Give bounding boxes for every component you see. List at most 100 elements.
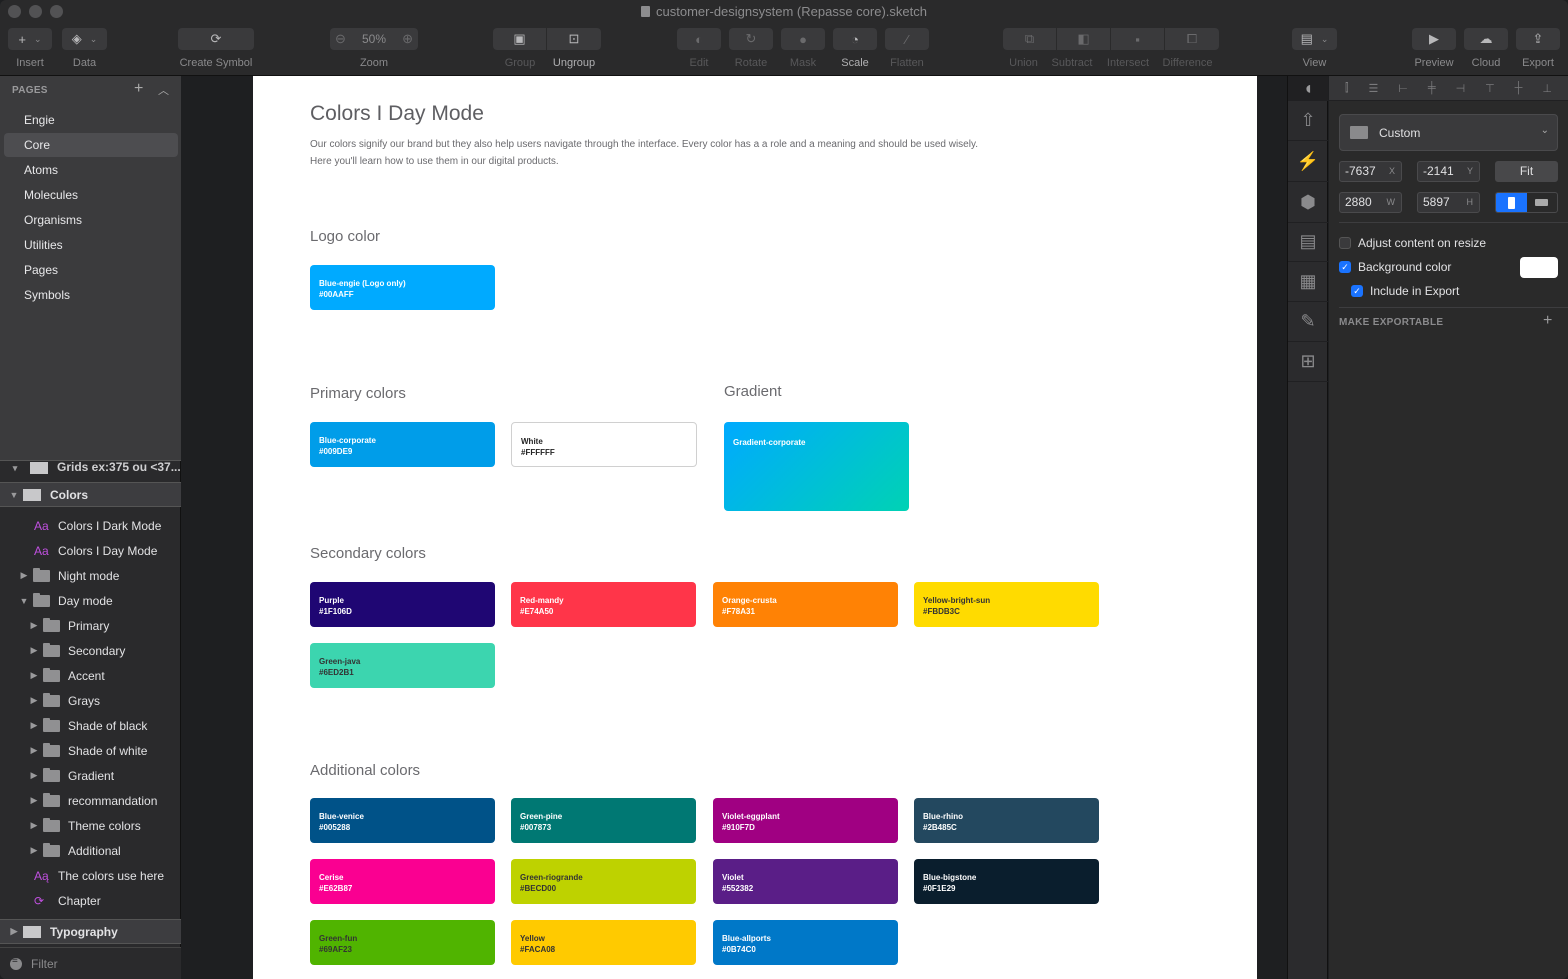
color-swatch-blue-bigstone[interactable]: Blue-bigstone #0F1E29 [914, 859, 1099, 904]
canvas[interactable]: Colors I Day Mode Our colors signify our… [182, 76, 1287, 979]
page-item-core[interactable]: Core [4, 133, 178, 157]
page-item-engie[interactable]: Engie [4, 108, 178, 132]
align-middle-vertical-icon[interactable]: ┼ [1515, 82, 1523, 94]
create-symbol-tool[interactable]: ⟳ Create Symbol [178, 28, 254, 69]
edit-frame-icon[interactable]: ✎ [1288, 302, 1328, 342]
color-swatch-green-riogrande[interactable]: Green-riogrande #BECD00 [511, 859, 696, 904]
color-swatch-blue-engie-logo-only[interactable]: Blue-engie (Logo only) #00AAFF [310, 265, 495, 310]
subtract-button[interactable]: ◧ [1057, 28, 1111, 50]
layer-item[interactable]: Aą The colors use here [0, 863, 181, 888]
color-swatch-violet-eggplant[interactable]: Violet-eggplant #910F7D [713, 798, 898, 843]
color-swatch-green-fun[interactable]: Green-fun #69AF23 [310, 920, 495, 965]
content-layout-icon[interactable]: ▤ [1288, 222, 1328, 262]
color-swatch-blue-allports[interactable]: Blue-allports #0B74C0 [713, 920, 898, 965]
page-item-atoms[interactable]: Atoms [4, 158, 178, 182]
group-button[interactable]: ▣ [493, 28, 547, 50]
height-field[interactable]: 5897 H [1417, 192, 1480, 213]
color-swatch-orange-crusta[interactable]: Orange-crusta #F78A31 [713, 582, 898, 627]
edit-tool[interactable]: ◐ Edit [677, 28, 721, 69]
layer-item[interactable]: ⟳ Chapter [0, 888, 181, 913]
lightning-icon[interactable]: ⚡ [1288, 142, 1328, 182]
background-color-swatch[interactable] [1520, 257, 1558, 278]
layer-item[interactable]: ▶ Gradient [0, 763, 181, 788]
insert-tool[interactable]: + ⌄ Insert [8, 28, 52, 69]
layer-item[interactable]: ▶ Primary [0, 613, 181, 638]
color-swatch-yellow-bright-sun[interactable]: Yellow-bright-sun #FBDB3C [914, 582, 1099, 627]
background-color-checkbox[interactable]: ✓ Background color [1339, 260, 1451, 274]
layer-group-colors[interactable]: ▼ Colors [0, 482, 181, 507]
pages-divider[interactable] [0, 460, 181, 461]
align-center-horizontal-icon[interactable]: ╪ [1428, 82, 1436, 94]
page-item-pages[interactable]: Pages [4, 258, 178, 282]
layer-item[interactable]: ▶ Grays [0, 688, 181, 713]
color-swatch-purple[interactable]: Purple #1F106D [310, 582, 495, 627]
page-item-molecules[interactable]: Molecules [4, 183, 178, 207]
color-swatch-violet[interactable]: Violet #552382 [713, 859, 898, 904]
x-position-field[interactable]: -7637 X [1339, 161, 1402, 182]
adjust-content-checkbox[interactable]: Adjust content on resize [1339, 236, 1486, 250]
fit-button[interactable]: Fit [1495, 161, 1558, 182]
color-swatch-cerise[interactable]: Cerise #E62B87 [310, 859, 495, 904]
layer-item[interactable]: Aa Colors I Day Mode [0, 538, 181, 563]
color-swatch-blue-rhino[interactable]: Blue-rhino #2B485C [914, 798, 1099, 843]
align-left-icon[interactable]: ⊢ [1398, 82, 1408, 95]
layer-item[interactable]: ▶ recommandation [0, 788, 181, 813]
color-swatch-red-mandy[interactable]: Red-mandy #E74A50 [511, 582, 696, 627]
ungroup-button[interactable]: ⊡ [547, 28, 601, 50]
distribute-vertical-icon[interactable]: ☰ [1368, 82, 1378, 95]
portrait-button[interactable] [1496, 193, 1527, 212]
color-swatch-gradient-corporate[interactable]: Gradient-corporate [724, 422, 909, 511]
page-item-utilities[interactable]: Utilities [4, 233, 178, 257]
components-grid-icon[interactable]: ▦ [1288, 262, 1328, 302]
add-image-icon[interactable]: ⊞ [1288, 342, 1328, 382]
intersect-button[interactable]: ▪ [1111, 28, 1165, 50]
preview-tool[interactable]: ▶ Preview [1412, 28, 1456, 69]
layer-item[interactable]: ▶ Additional [0, 838, 181, 863]
zoom-value[interactable]: 50% [362, 32, 386, 46]
rotate-tool[interactable]: ↻ Rotate [729, 28, 773, 69]
layer-item[interactable]: ▶ Theme colors [0, 813, 181, 838]
hexagon-settings-icon[interactable]: ⬢ [1288, 183, 1328, 223]
export-tool[interactable]: ⇪ Export [1516, 28, 1560, 69]
cloud-tool[interactable]: ☁ Cloud [1464, 28, 1508, 69]
layer-item[interactable]: ▶ Secondary [0, 638, 181, 663]
page-item-symbols[interactable]: Symbols [4, 283, 178, 307]
landscape-button[interactable] [1527, 193, 1558, 212]
layer-item[interactable]: ▶ Shade of white [0, 738, 181, 763]
artboard-preset-select[interactable]: Custom ⌄ [1339, 114, 1558, 151]
filter-bar[interactable]: Filter [0, 947, 181, 979]
distribute-horizontal-icon[interactable]: ⫿ [1345, 82, 1349, 95]
include-in-export-checkbox[interactable]: ✓ Include in Export [1351, 284, 1459, 298]
align-top-icon[interactable]: ⊤ [1485, 82, 1495, 95]
view-tool[interactable]: ▤ ⌄ View [1292, 28, 1337, 69]
align-right-icon[interactable]: ⊣ [1456, 82, 1466, 95]
union-button[interactable]: ⧉ [1003, 28, 1057, 50]
align-bottom-icon[interactable]: ⊥ [1542, 82, 1552, 95]
layer-item[interactable]: ▼ Day mode [0, 588, 181, 613]
layer-item[interactable]: Aa Colors I Dark Mode [0, 513, 181, 538]
layer-group-typography[interactable]: ▶ Typography [0, 919, 181, 944]
layer-item[interactable]: ▶ Accent [0, 663, 181, 688]
color-swatch-blue-venice[interactable]: Blue-venice #005288 [310, 798, 495, 843]
zoom-in-button[interactable]: ⊕ [402, 31, 413, 47]
scale-tool[interactable]: ◔ Scale [833, 28, 877, 69]
page-item-organisms[interactable]: Organisms [4, 208, 178, 232]
upload-icon[interactable]: ⇧ [1288, 101, 1328, 141]
y-position-field[interactable]: -2141 Y [1417, 161, 1480, 182]
width-field[interactable]: 2880 W [1339, 192, 1402, 213]
flatten-tool[interactable]: ∕ Flatten [885, 28, 929, 69]
chevron-up-icon[interactable]: ︿ [158, 82, 169, 98]
zoom-out-button[interactable]: ⊖ [335, 31, 346, 47]
color-swatch-green-java[interactable]: Green-java #6ED2B1 [310, 643, 495, 688]
filter-input[interactable]: Filter [31, 957, 58, 971]
color-swatch-green-pine[interactable]: Green-pine #007873 [511, 798, 696, 843]
data-tool[interactable]: ◈ ⌄ Data [62, 28, 107, 69]
color-swatch-blue-corporate[interactable]: Blue-corporate #009DE9 [310, 422, 495, 467]
artboard-colors-day-mode[interactable]: Colors I Day Mode Our colors signify our… [253, 76, 1257, 979]
color-swatch-white[interactable]: White #FFFFFF [511, 422, 697, 467]
add-export-icon[interactable]: + [1543, 312, 1552, 330]
craft-plugin-icon[interactable]: ◖ [1288, 76, 1328, 101]
difference-button[interactable]: ⧠ [1165, 28, 1219, 50]
layer-item[interactable]: ▶ Night mode [0, 563, 181, 588]
layer-item[interactable]: ▶ Shade of black [0, 713, 181, 738]
